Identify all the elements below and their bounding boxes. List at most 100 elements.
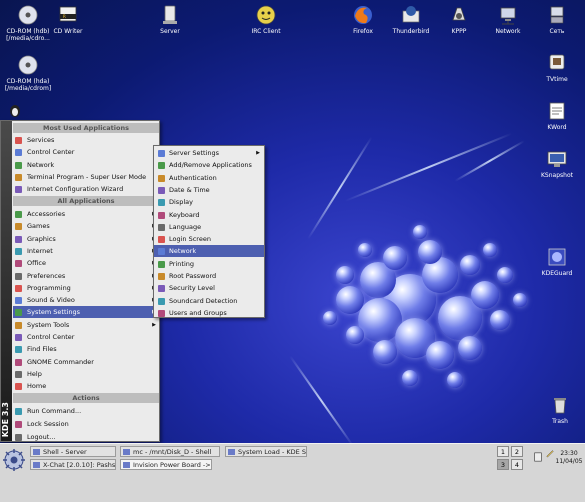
ksnapshot-icon xyxy=(547,151,567,167)
submenu-arrow-icon: ▶ xyxy=(256,150,260,156)
menu-section-all-apps: All Applications xyxy=(13,196,159,206)
menu-item-help[interactable]: Help xyxy=(13,368,159,380)
menu-item-system-settings[interactable]: System Settings▶ xyxy=(13,306,159,319)
desktop-icon-ksnapshot[interactable]: KSnapshot xyxy=(529,148,585,179)
menu-item-label: Root Password xyxy=(169,272,217,280)
desktop-pager-4[interactable]: 4 xyxy=(511,459,523,470)
menu-item-office[interactable]: Office▶ xyxy=(13,257,159,269)
desktop-icon-cd-writer[interactable]: R CD Writer xyxy=(40,4,96,35)
submenu-item-keyboard[interactable]: Keyboard xyxy=(154,209,264,221)
desktop-icon-kword[interactable]: KWord xyxy=(529,100,585,131)
desktop-icon-label: Сеть xyxy=(549,28,565,35)
app-icon xyxy=(15,309,22,317)
menu-item-control-center[interactable]: Control Center xyxy=(13,331,159,343)
app-icon xyxy=(15,321,22,329)
app-icon xyxy=(15,358,22,366)
submenu-item-network[interactable]: Network xyxy=(154,245,264,258)
submenu-item-security-level[interactable]: Security Level xyxy=(154,282,264,294)
menu-item-internet[interactable]: Internet▶ xyxy=(13,245,159,257)
app-icon xyxy=(158,297,165,305)
desktop-icon-label: Firefox xyxy=(353,28,373,35)
submenu-item-authentication[interactable]: Authentication xyxy=(154,172,264,184)
menu-item-internet-configuration-wizard[interactable]: Internet Configuration Wizard xyxy=(13,183,159,195)
menu-item-programming[interactable]: Programming▶ xyxy=(13,282,159,294)
desktop-icon-label: TVtime xyxy=(546,76,568,83)
menu-item-run-command[interactable]: Run Command... xyxy=(13,405,159,417)
submenu-item-printing[interactable]: Printing xyxy=(154,258,264,270)
desktop-icon-label: Thunderbird xyxy=(392,28,430,35)
menu-item-label: Services xyxy=(27,136,55,144)
menu-item-system-tools[interactable]: System Tools ▶ xyxy=(13,319,159,331)
glass-sphere xyxy=(471,281,499,309)
taskbar-button-label: mc - /mnt/Disk_D - Shell xyxy=(133,448,212,456)
menu-item-accessories[interactable]: Accessories▶ xyxy=(13,208,159,220)
desktop-pager-1[interactable]: 1 xyxy=(497,446,509,457)
window-icon xyxy=(228,449,235,455)
desktop-icon-cdrom-hda[interactable]: CD-ROM (hda) [/media/cdrom] xyxy=(0,54,56,92)
menu-item-preferences[interactable]: Preferences▶ xyxy=(13,270,159,282)
app-icon xyxy=(158,236,165,244)
menu-item-label: Keyboard xyxy=(169,210,200,219)
menu-item-services[interactable]: Services xyxy=(13,134,159,146)
menu-item-label: Lock Session xyxy=(27,420,69,428)
app-icon xyxy=(158,150,165,157)
menu-item-label: Logout... xyxy=(27,433,56,441)
app-icon xyxy=(15,211,22,218)
menu-item-label: Internet xyxy=(27,246,53,255)
desktop-icon-network[interactable]: Network xyxy=(480,4,536,35)
taskbar-button-shell-server[interactable]: Shell - Server xyxy=(30,446,116,457)
submenu-item-language[interactable]: Language xyxy=(154,221,264,233)
menu-item-label: Programming xyxy=(27,283,71,292)
menu-item-label: System Settings xyxy=(27,308,80,317)
app-icon xyxy=(15,173,22,181)
app-icon xyxy=(158,223,165,231)
desktop-icon-irc-client[interactable]: IRC Client xyxy=(238,4,294,35)
menu-item-terminal-program-super-user-mode[interactable]: Terminal Program - Super User Mode xyxy=(13,171,159,183)
menu-item-games[interactable]: Games▶ xyxy=(13,220,159,232)
menu-item-lock-session[interactable]: Lock Session xyxy=(13,418,159,430)
menu-item-label: Office xyxy=(27,259,46,268)
window-icon xyxy=(123,449,130,455)
desktop-icon-label: IRC Client xyxy=(251,28,281,35)
system-settings-submenu: Server Settings ▶ Add/Remove Applications A… xyxy=(153,145,265,318)
submenu-item-server-settings[interactable]: Server Settings ▶ xyxy=(154,147,264,159)
taskbar-button-system-load-kde-sy[interactable]: System Load - KDE Sy xyxy=(225,446,307,457)
menu-section-actions: Actions xyxy=(13,393,159,403)
desktop-pager-3[interactable]: 3 xyxy=(497,459,509,470)
menu-item-home[interactable]: Home xyxy=(13,380,159,392)
window-icon xyxy=(33,449,40,455)
menu-item-gnome-commander[interactable]: GNOME Commander xyxy=(13,356,159,368)
submenu-item-date-time[interactable]: Date & Time xyxy=(154,184,264,196)
submenu-item-display[interactable]: Display xyxy=(154,196,264,208)
desktop-icon-server[interactable]: Server xyxy=(142,4,198,35)
app-icon xyxy=(15,235,22,243)
submenu-item-users-and-groups[interactable]: Users and Groups xyxy=(154,307,264,319)
clock[interactable]: 23:30 11/04/05 xyxy=(554,450,584,466)
menu-item-sound-video[interactable]: Sound & Video▶ xyxy=(13,294,159,306)
taskbar-button-invision-power-board[interactable]: Invision Power Board -> xyxy=(120,459,212,470)
menu-item-control-center[interactable]: Control Center xyxy=(13,146,159,158)
trash-icon xyxy=(554,398,566,414)
app-icon xyxy=(15,284,22,292)
desktop-icon-label: KWord xyxy=(547,124,567,131)
submenu-item-add-remove-applications[interactable]: Add/Remove Applications xyxy=(154,159,264,171)
submenu-item-root-password[interactable]: Root Password xyxy=(154,270,264,282)
desktop-icon-set[interactable]: Сеть xyxy=(529,4,585,35)
kmenu-gear-icon[interactable] xyxy=(2,448,26,472)
desktop-icon-kppp[interactable]: KPPP xyxy=(431,4,487,35)
taskbar-button-mc-mnt-disk-d-shell[interactable]: mc - /mnt/Disk_D - Shell xyxy=(120,446,220,457)
menu-item-graphics[interactable]: Graphics▶ xyxy=(13,233,159,245)
menu-item-network[interactable]: Network xyxy=(13,159,159,171)
submenu-item-login-screen[interactable]: Login Screen xyxy=(154,233,264,245)
desktop-pager-2[interactable]: 2 xyxy=(511,446,523,457)
menu-item-find-files[interactable]: Find Files xyxy=(13,343,159,355)
menu-item-logout[interactable]: Logout... xyxy=(13,431,159,443)
submenu-item-soundcard-detection[interactable]: Soundcard Detection xyxy=(154,295,264,307)
app-icon xyxy=(158,211,165,219)
clipboard-icon[interactable] xyxy=(533,452,543,462)
desktop-icon-tvtime[interactable]: TVtime xyxy=(529,52,585,83)
taskbar-button-x-chat-2-0-10-pashs[interactable]: X-Chat [2.0.10]: Pashs @ xyxy=(30,459,116,470)
desktop-icon-trash[interactable]: Trash xyxy=(532,394,585,425)
glass-sphere xyxy=(418,240,442,264)
desktop-icon-kdeguard[interactable]: KDEGuard xyxy=(529,246,585,277)
